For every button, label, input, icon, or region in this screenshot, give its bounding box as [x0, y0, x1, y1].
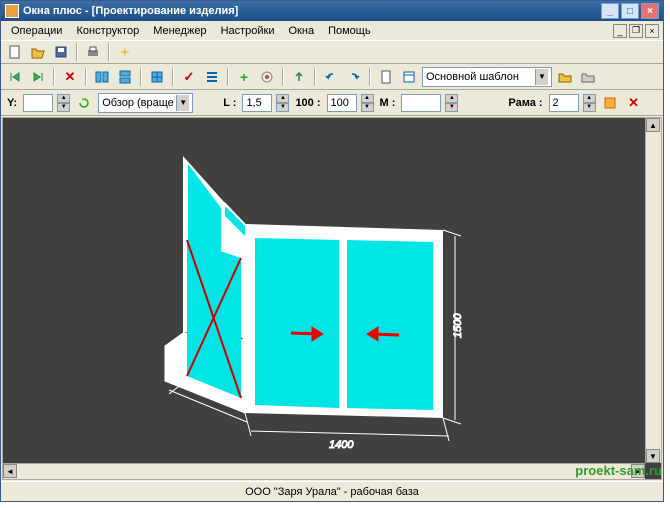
view-combo-value: Обзор (враще	[102, 97, 174, 109]
app-icon	[5, 4, 19, 18]
new-button[interactable]	[5, 42, 25, 62]
folder1-button[interactable]	[555, 67, 575, 87]
frame-apply-button[interactable]	[600, 93, 620, 113]
menu-operations[interactable]: Операции	[5, 23, 68, 39]
scale-spin-up[interactable]: ▲	[361, 94, 374, 103]
m-spin-down[interactable]: ▼	[445, 103, 458, 112]
watermark: proekt-sam.ru	[575, 463, 662, 478]
l-input[interactable]	[242, 94, 272, 112]
toolbar-edit: ✕ ✓ + Основной шаблон ▼	[1, 64, 663, 90]
template-combo[interactable]: Основной шаблон ▼	[422, 67, 552, 87]
y-spin-down[interactable]: ▼	[57, 103, 70, 112]
scrollbar-horizontal[interactable]: ◄ ►	[3, 463, 645, 479]
tool2-button[interactable]	[289, 67, 309, 87]
l-spin-up[interactable]: ▲	[276, 94, 289, 103]
view-combo[interactable]: Обзор (враще ▼	[98, 93, 193, 113]
doc-button[interactable]	[376, 67, 396, 87]
m-input[interactable]	[401, 94, 441, 112]
minimize-button[interactable]: _	[601, 3, 619, 19]
statusbar: ООО "Заря Урала" - рабочая база	[1, 481, 663, 501]
wizard-button[interactable]	[115, 42, 135, 62]
scroll-down-button[interactable]: ▼	[646, 449, 660, 463]
maximize-button[interactable]: □	[621, 3, 639, 19]
mdi-restore-button[interactable]: ❐	[629, 24, 643, 38]
redo-button[interactable]	[344, 67, 364, 87]
l-spin-down[interactable]: ▼	[276, 103, 289, 112]
dim-width: 1400	[329, 439, 354, 451]
template-combo-value: Основной шаблон	[426, 71, 519, 83]
frame-input[interactable]	[549, 94, 579, 112]
folder2-button[interactable]	[578, 67, 598, 87]
refresh-button[interactable]	[74, 93, 94, 113]
chevron-down-icon: ▼	[176, 95, 189, 111]
y-input[interactable]	[23, 94, 53, 112]
frame-spin-down[interactable]: ▼	[583, 103, 596, 112]
scale-label: 100 :	[293, 97, 322, 109]
menu-manager[interactable]: Менеджер	[147, 23, 212, 39]
design-viewport[interactable]: 1500 1400 ▲ ▼ ◄ ►	[2, 117, 662, 480]
form-button[interactable]	[399, 67, 419, 87]
menu-windows[interactable]: Окна	[283, 23, 321, 39]
frame-spin-up[interactable]: ▲	[583, 94, 596, 103]
print-button[interactable]	[83, 42, 103, 62]
scale-input[interactable]	[327, 94, 357, 112]
open-button[interactable]	[28, 42, 48, 62]
scroll-up-button[interactable]: ▲	[646, 118, 660, 132]
frame-cancel-button[interactable]: ✕	[624, 93, 644, 113]
toolbar-params: Y: ▲▼ Обзор (враще ▼ L : ▲▼ 100 : ▲▼ M :…	[1, 90, 663, 116]
mdi-close-button[interactable]: ×	[645, 24, 659, 38]
undo-button[interactable]	[321, 67, 341, 87]
y-label: Y:	[5, 97, 19, 109]
nav-last-button[interactable]	[28, 67, 48, 87]
delete-button[interactable]: ✕	[60, 67, 80, 87]
nav-first-button[interactable]	[5, 67, 25, 87]
grid1-button[interactable]	[92, 67, 112, 87]
toolbar-main	[1, 40, 663, 64]
grid2-button[interactable]	[115, 67, 135, 87]
add-button[interactable]: +	[234, 67, 254, 87]
y-spin-up[interactable]: ▲	[57, 94, 70, 103]
window-title: Окна плюс - [Проектирование изделия]	[23, 5, 601, 17]
menu-settings[interactable]: Настройки	[215, 23, 281, 39]
save-button[interactable]	[51, 42, 71, 62]
titlebar: Окна плюс - [Проектирование изделия] _ □…	[1, 1, 663, 21]
m-label: M :	[378, 97, 398, 109]
frame-label: Рама :	[506, 97, 544, 109]
product-3d-render: 1500 1400	[3, 118, 643, 478]
scale-spin-down[interactable]: ▼	[361, 103, 374, 112]
l-label: L :	[221, 97, 238, 109]
close-button[interactable]: ×	[641, 3, 659, 19]
status-text: ООО "Заря Урала" - рабочая база	[245, 486, 419, 498]
mdi-minimize-button[interactable]: _	[613, 24, 627, 38]
m-spin-up[interactable]: ▲	[445, 94, 458, 103]
dim-height: 1500	[452, 313, 464, 338]
menu-constructor[interactable]: Конструктор	[70, 23, 145, 39]
check-button[interactable]: ✓	[179, 67, 199, 87]
chevron-down-icon: ▼	[535, 69, 548, 85]
tool1-button[interactable]	[257, 67, 277, 87]
scroll-left-button[interactable]: ◄	[3, 464, 17, 478]
scrollbar-vertical[interactable]: ▲ ▼	[645, 118, 661, 463]
window-button[interactable]	[147, 67, 167, 87]
menubar: Операции Конструктор Менеджер Настройки …	[1, 21, 663, 40]
list-button[interactable]	[202, 67, 222, 87]
app-window: Окна плюс - [Проектирование изделия] _ □…	[0, 0, 664, 502]
menu-help[interactable]: Помощь	[322, 23, 377, 39]
